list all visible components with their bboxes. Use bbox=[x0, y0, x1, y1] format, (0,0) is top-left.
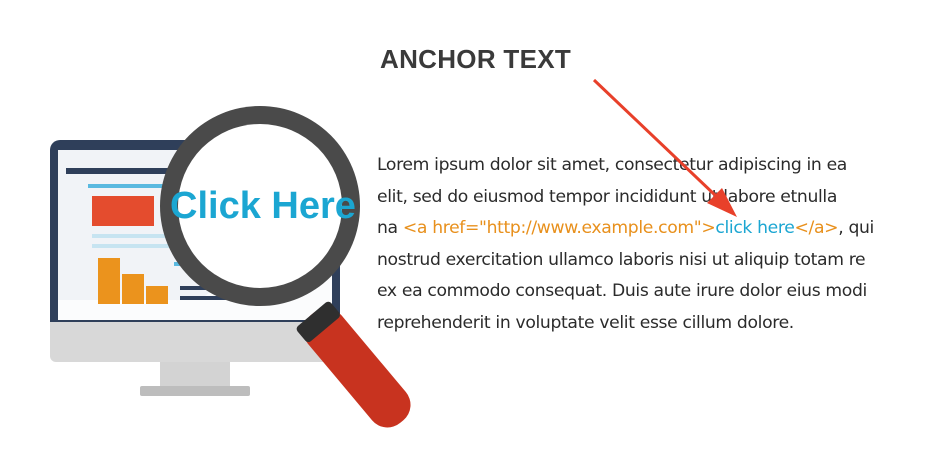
line3-prefix: na bbox=[377, 218, 403, 238]
paragraph-line-3: na <a href="http://www.example.com">clic… bbox=[377, 213, 917, 245]
page-title: ANCHOR TEXT bbox=[380, 44, 572, 74]
html-close-tag: </a> bbox=[794, 218, 839, 238]
paragraph-line-4: nostrud exercitation ullamco laboris nis… bbox=[377, 249, 866, 270]
html-open-tag: <a href="http://www.example.com"> bbox=[402, 218, 716, 238]
paragraph-line-5: ex ea commodo consequat. Duis aute irure… bbox=[377, 281, 867, 301]
paragraph: Lorem ipsum dolor sit amet, consectetur … bbox=[377, 150, 917, 339]
paragraph-line-6: reprehenderit in voluptate velit esse ci… bbox=[377, 312, 794, 333]
line3-suffix: , qui bbox=[838, 218, 874, 238]
magnifier-label: Click Here bbox=[170, 185, 356, 227]
paragraph-line-2: elit, sed do eiusmod tempor incididunt u… bbox=[377, 186, 838, 207]
anchor-text-link[interactable]: click here bbox=[715, 218, 794, 238]
paragraph-line-1: Lorem ipsum dolor sit amet, consectetur … bbox=[377, 155, 847, 175]
